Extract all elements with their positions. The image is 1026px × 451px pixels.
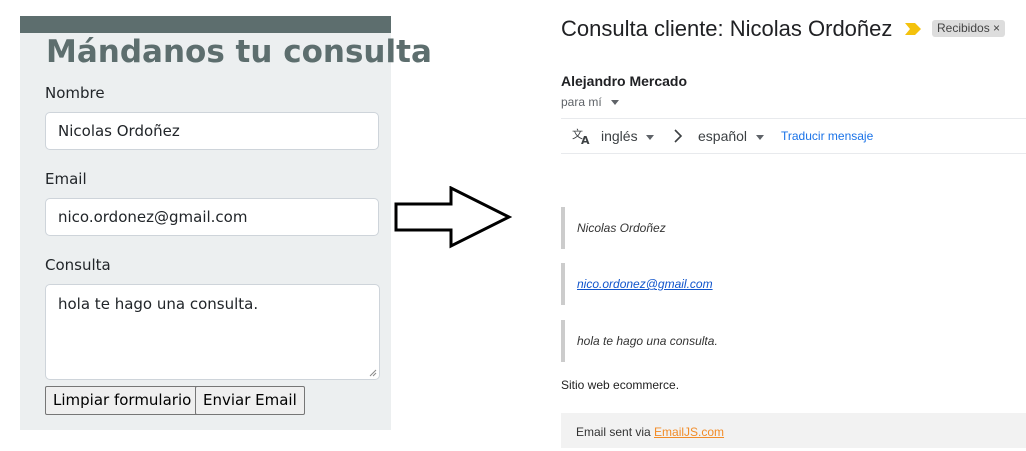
target-language-select[interactable]: español — [698, 128, 764, 144]
chevron-down-icon — [755, 134, 764, 140]
source-language-select[interactable]: inglés — [601, 128, 655, 144]
quoted-email: nico.ordonez@gmail.com — [561, 263, 861, 305]
chevron-down-icon — [646, 134, 655, 140]
quoted-email-link[interactable]: nico.ordonez@gmail.com — [577, 277, 713, 291]
email-field[interactable]: nico.ordonez@gmail.com — [45, 198, 379, 236]
translate-bar: 文 A inglés español Traducir mensaje — [561, 118, 1026, 154]
sent-via-text: Email sent via — [576, 425, 655, 439]
send-email-button[interactable]: Enviar Email — [195, 386, 305, 415]
sent-via-bar: Email sent via EmailJS.com — [561, 413, 1026, 448]
inbox-label-chip[interactable]: Recibidos × — [932, 20, 1006, 37]
right-arrow-outline-icon — [394, 186, 512, 249]
recipient-text: para mí — [561, 95, 602, 109]
name-label: Nombre — [45, 84, 105, 102]
chevron-right-icon — [674, 129, 683, 143]
chevron-down-icon — [611, 100, 620, 106]
query-label: Consulta — [45, 256, 111, 274]
importance-marker-icon[interactable] — [905, 23, 921, 35]
svg-text:A: A — [581, 134, 590, 145]
form-top-bar — [20, 16, 391, 33]
clear-form-button[interactable]: Limpiar formulario — [45, 386, 200, 415]
quoted-name: Nicolas Ordoñez — [561, 207, 861, 249]
sender-name: Alejandro Mercado — [561, 73, 688, 89]
source-language-label: inglés — [601, 128, 638, 144]
email-footer-text: Sitio web ecommerce. — [561, 378, 680, 392]
translate-icon: 文 A — [572, 127, 590, 145]
email-subject: Consulta cliente: Nicolas Ordoñez — [561, 16, 893, 41]
contact-form-panel: Mándanos tu consulta Nombre Nicolas Ordo… — [20, 16, 432, 430]
query-text: hola te hago una consulta. — [58, 295, 259, 313]
resize-grip-icon[interactable] — [369, 369, 377, 377]
target-language-label: español — [698, 128, 748, 144]
query-textarea[interactable]: hola te hago una consulta. — [45, 284, 380, 380]
quoted-message: hola te hago una consulta. — [561, 320, 861, 362]
emailjs-link[interactable]: EmailJS.com — [654, 425, 724, 439]
form-title: Mándanos tu consulta — [46, 34, 432, 70]
translate-message-link[interactable]: Traducir mensaje — [781, 129, 873, 143]
name-field[interactable]: Nicolas Ordoñez — [45, 112, 379, 150]
recipient-details[interactable]: para mí — [561, 95, 620, 109]
email-label: Email — [45, 170, 87, 188]
